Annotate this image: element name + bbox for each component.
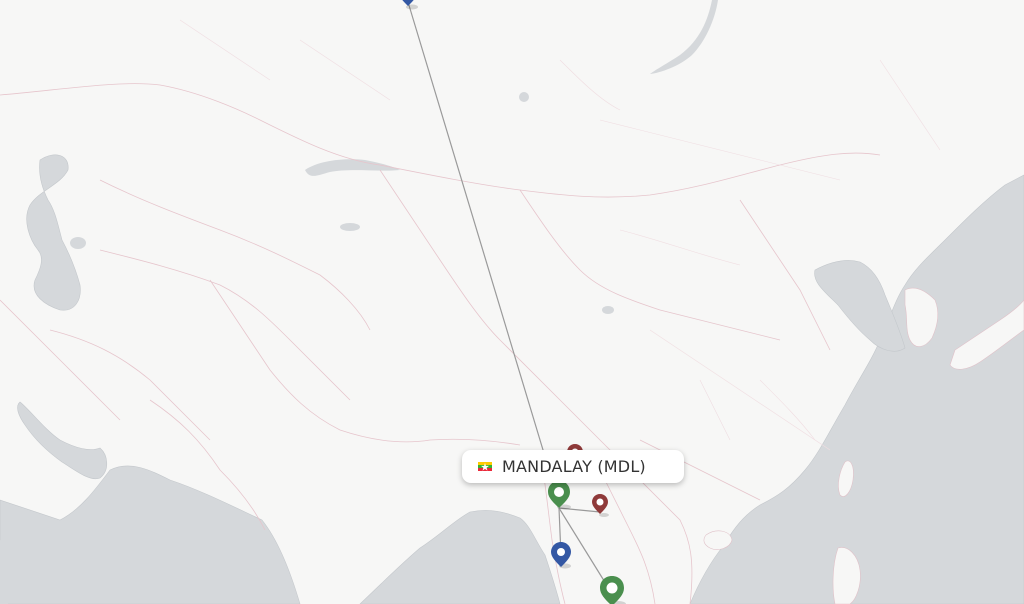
lake-aral (70, 237, 86, 249)
route-map[interactable] (0, 0, 1024, 604)
lake-qinghai (602, 306, 614, 314)
airport-label: MANDALAY (MDL) (502, 457, 646, 476)
myanmar-flag-icon (478, 461, 492, 472)
airport-label-card[interactable]: MANDALAY (MDL) (462, 450, 684, 483)
lake-khovsgol (519, 92, 529, 102)
lake-issyk-kul (340, 223, 360, 231)
